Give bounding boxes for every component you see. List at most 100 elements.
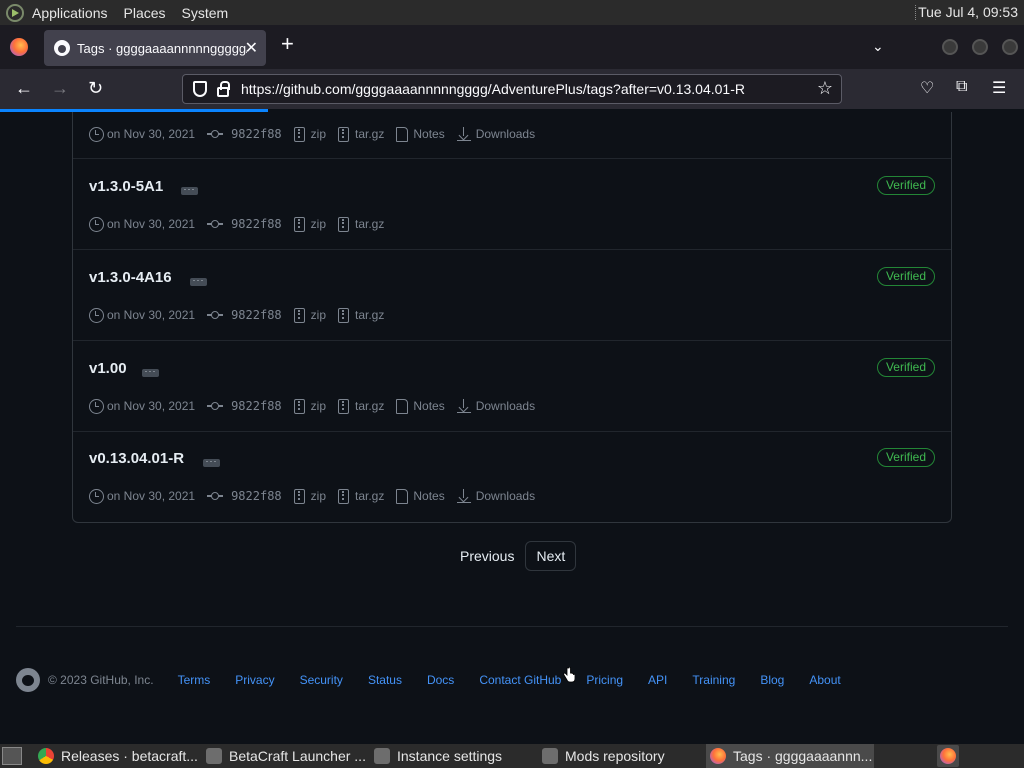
menu-places[interactable]: Places (124, 5, 166, 21)
tag-name-link[interactable]: v0.13.04.01-R (89, 450, 184, 467)
downloads-link[interactable]: Downloads (456, 489, 535, 503)
notes-link[interactable]: Notes (396, 398, 445, 414)
taskbar-item-instance-settings[interactable]: Instance settings (370, 744, 538, 768)
file-zip-icon (293, 488, 305, 504)
verified-badge[interactable]: Verified (876, 448, 935, 467)
footer-link-contact[interactable]: Contact GitHub (479, 673, 561, 687)
expand-ellipsis-button[interactable]: ··· (142, 367, 159, 377)
file-note-icon (396, 126, 409, 142)
menu-system[interactable]: System (182, 5, 229, 21)
tracking-protection-shield-icon[interactable] (193, 81, 207, 97)
verified-badge[interactable]: Verified (876, 358, 935, 377)
site-security-lock-icon[interactable] (217, 80, 230, 97)
verified-badge[interactable]: Verified (876, 176, 935, 195)
tab-strip: Tags · ggggaaaannnnnggggg/AdventurePlus … (0, 25, 1024, 69)
maximize-window-button[interactable] (972, 39, 988, 55)
tag-name-link[interactable]: v1.3.0-5A1 (89, 178, 163, 195)
targz-download-link[interactable]: tar.gz (338, 488, 384, 504)
clock-icon (89, 488, 104, 504)
footer-link-blog[interactable]: Blog (760, 673, 784, 687)
commit-link[interactable]: 9822f88 (207, 308, 282, 322)
file-zip-icon (293, 398, 305, 414)
github-logo-icon[interactable] (16, 668, 40, 692)
commit-link[interactable]: 9822f88 (207, 489, 282, 503)
previous-page-button[interactable]: Previous (452, 542, 522, 570)
file-zip-icon (338, 488, 349, 504)
file-zip-icon (338, 216, 349, 232)
app-menu-hamburger-icon[interactable]: ☰ (992, 78, 1006, 98)
footer-link-security[interactable]: Security (300, 673, 343, 687)
tag-name-link[interactable]: v1.3.0-4A16 (89, 269, 172, 286)
java-app-icon (206, 748, 222, 764)
footer-link-api[interactable]: API (648, 673, 667, 687)
firefox-view-icon[interactable] (10, 38, 28, 56)
clock-icon (89, 398, 104, 414)
download-icon (456, 127, 471, 141)
back-arrow-icon[interactable]: ← (15, 77, 33, 99)
tag-row: v1.3.0-4A16 ··· Verified on Nov 30, 2021… (73, 250, 951, 341)
verified-badge[interactable]: Verified (876, 267, 935, 286)
taskbar-item-betacraft-launcher[interactable]: BetaCraft Launcher ... (202, 744, 370, 768)
extensions-puzzle-icon[interactable]: ⧉ (956, 78, 967, 96)
commit-link[interactable]: 9822f88 (207, 399, 282, 413)
menu-applications[interactable]: Applications (32, 5, 108, 21)
zip-download-link[interactable]: zip (293, 488, 326, 504)
taskbar-item-mods-repository[interactable]: Mods repository (538, 744, 706, 768)
zip-download-link[interactable]: zip (293, 216, 326, 232)
targz-download-link[interactable]: tar.gz (338, 307, 384, 323)
new-tab-icon[interactable]: + (281, 33, 294, 55)
reload-icon[interactable]: ↻ (88, 77, 103, 99)
github-favicon-icon (54, 40, 70, 56)
close-tab-icon[interactable]: ✕ (245, 38, 258, 58)
tag-name-link[interactable]: v1.00 (89, 360, 127, 377)
notes-link[interactable]: Notes (396, 126, 445, 142)
downloads-link[interactable]: Downloads (456, 399, 535, 413)
commit-link[interactable]: 9822f88 (207, 217, 282, 231)
pocket-icon[interactable]: ♡ (920, 78, 934, 98)
next-page-button[interactable]: Next (525, 541, 577, 571)
file-zip-icon (338, 126, 349, 142)
footer-link-about[interactable]: About (809, 673, 840, 687)
close-window-button[interactable] (1002, 39, 1018, 55)
url-text[interactable]: https://github.com/ggggaaaannnnngggg/Adv… (241, 81, 745, 97)
footer-link-docs[interactable]: Docs (427, 673, 454, 687)
tag-meta: on Nov 30, 2021 9822f88 zip tar.gz Notes… (89, 487, 547, 505)
expand-ellipsis-button[interactable]: ··· (203, 457, 220, 467)
url-bar[interactable]: https://github.com/ggggaaaannnnngggg/Adv… (182, 74, 842, 104)
tag-meta: on Nov 30, 2021 9822f88 zip tar.gz Notes… (89, 125, 547, 143)
distro-logo-icon[interactable] (6, 3, 24, 22)
targz-download-link[interactable]: tar.gz (338, 216, 384, 232)
footer-link-privacy[interactable]: Privacy (235, 673, 274, 687)
commit-icon (207, 220, 224, 228)
tab-github-tags[interactable]: Tags · ggggaaaannnnnggggg/AdventurePlus … (44, 30, 266, 66)
taskbar-item-tags[interactable]: Tags · ggggaaaannn... (706, 744, 874, 768)
footer-link-training[interactable]: Training (692, 673, 735, 687)
zip-download-link[interactable]: zip (293, 307, 326, 323)
taskbar-item-releases[interactable]: Releases · betacraft... (34, 744, 202, 768)
zip-download-link[interactable]: zip (293, 126, 326, 142)
footer-link-pricing[interactable]: Pricing (586, 673, 623, 687)
footer-link-status[interactable]: Status (368, 673, 402, 687)
zip-download-link[interactable]: zip (293, 398, 326, 414)
tray-firefox-icon[interactable] (937, 745, 959, 767)
file-zip-icon (338, 307, 349, 323)
targz-download-link[interactable]: tar.gz (338, 398, 384, 414)
show-desktop-icon[interactable] (2, 747, 22, 765)
expand-ellipsis-button[interactable]: ··· (181, 185, 198, 195)
bookmark-star-icon[interactable]: ☆ (817, 78, 833, 99)
minimize-window-button[interactable] (942, 39, 958, 55)
file-zip-icon (293, 307, 305, 323)
clock-icon (89, 126, 104, 142)
list-tabs-chevron-icon[interactable]: ⌄ (872, 38, 884, 55)
notes-link[interactable]: Notes (396, 488, 445, 504)
clock[interactable]: Tue Jul 4, 09:53 (918, 4, 1018, 20)
commit-link[interactable]: 9822f88 (207, 127, 282, 141)
tag-row: v1.00 ··· Verified on Nov 30, 2021 9822f… (73, 341, 951, 432)
targz-download-link[interactable]: tar.gz (338, 126, 384, 142)
downloads-link[interactable]: Downloads (456, 127, 535, 141)
expand-ellipsis-button[interactable]: ··· (190, 276, 207, 286)
forward-arrow-icon[interactable]: → (51, 77, 69, 99)
tag-meta: on Nov 30, 2021 9822f88 zip tar.gz Notes… (89, 397, 547, 415)
tag-meta: on Nov 30, 2021 9822f88 zip tar.gz (89, 215, 396, 233)
footer-link-terms[interactable]: Terms (178, 673, 211, 687)
